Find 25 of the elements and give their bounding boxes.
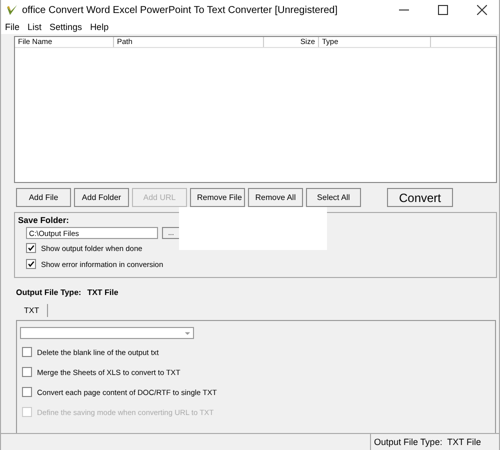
caret-icon [184,330,191,336]
group-title: Save Folder: [18,215,70,225]
checkbox[interactable] [26,259,36,269]
toolbar-button[interactable]: Remove All [248,188,303,207]
window-title: office Convert Word Excel PowerPoint To Text Converter [Unregistered] [22,4,339,16]
menu-item[interactable]: Help [90,22,109,32]
close-icon[interactable] [477,5,487,15]
toolbar-button[interactable]: Select All [306,188,361,207]
menu-item[interactable]: Settings [50,22,82,32]
output-type-label: Output File Type: [16,288,82,297]
menu-item[interactable]: File [5,22,20,32]
checkbox[interactable] [22,347,32,357]
menu-item[interactable]: List [28,22,42,32]
convert-button[interactable]: Convert [387,188,453,207]
status-text: Output File Type: TXT File [370,434,499,450]
output-type-value: TXT File [87,288,118,297]
toolbar-button[interactable]: Remove File [190,188,245,207]
maximize-icon[interactable] [438,5,448,15]
checkbox[interactable] [22,367,32,377]
checkbox[interactable] [26,243,36,253]
checkbox[interactable] [22,387,32,397]
toolbar-button[interactable]: Add Folder [74,188,129,207]
app-icon [6,4,18,16]
toolbar-button[interactable]: Add File [16,188,71,207]
dropdown[interactable] [20,327,194,339]
